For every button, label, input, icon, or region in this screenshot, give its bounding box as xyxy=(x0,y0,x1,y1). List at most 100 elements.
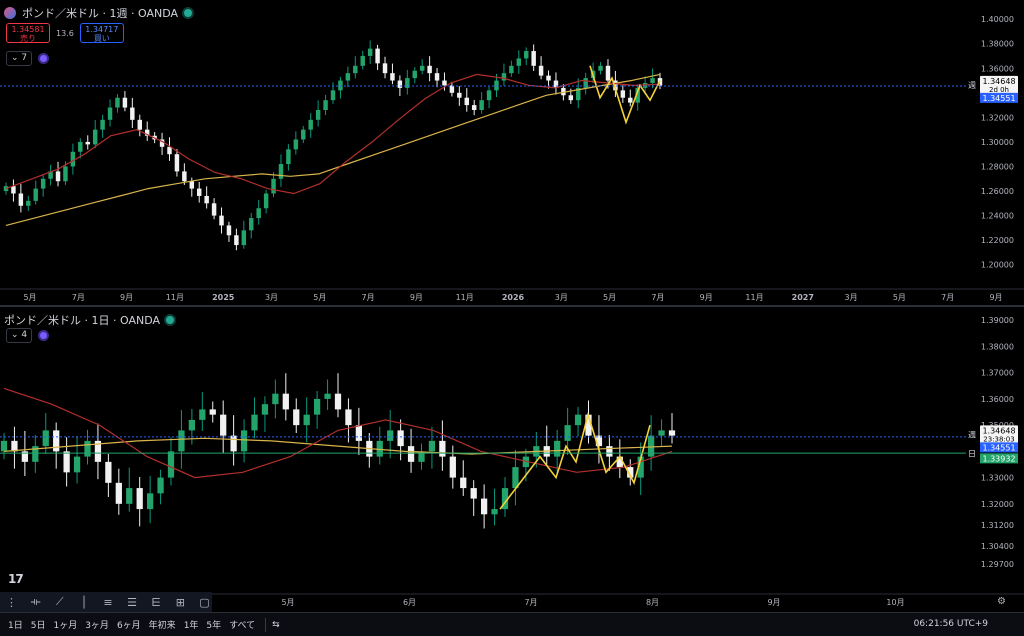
indicator-icon[interactable] xyxy=(38,53,50,64)
rectangle-icon[interactable]: ▢ xyxy=(197,596,212,609)
price-tick-label: 1.26000 xyxy=(981,187,1014,196)
price-tick-label: 1.36000 xyxy=(981,395,1014,404)
price-tick-label: 1.31200 xyxy=(981,521,1014,530)
candle xyxy=(324,393,331,399)
trend-line-icon[interactable]: ⟋ xyxy=(52,595,67,609)
candle xyxy=(419,65,425,71)
candle xyxy=(620,90,626,98)
candle xyxy=(345,409,352,426)
candle xyxy=(338,80,343,91)
indicator-toggle-button[interactable]: ⌄ 4 xyxy=(6,328,33,343)
timeframe-button[interactable]: 1日 xyxy=(8,618,23,631)
clock[interactable]: 06:21:56 UTC+9 xyxy=(914,619,988,629)
zigzag-pattern xyxy=(499,411,651,510)
timeframe-button[interactable]: 1ヶ月 xyxy=(53,618,77,631)
buy-label: 買い xyxy=(93,34,110,43)
candle xyxy=(668,430,676,436)
candle xyxy=(107,107,113,120)
candle xyxy=(486,90,492,101)
indicator-toggle-button[interactable]: ⌄ 7 xyxy=(6,51,33,66)
date-tick-label: 7月 xyxy=(72,293,85,302)
daily-line-price-label: 1.33932 xyxy=(982,454,1015,463)
fib-retracement-icon[interactable]: ☰ xyxy=(125,596,140,609)
grid-icon[interactable]: ⊞ xyxy=(173,596,188,609)
date-tick-label: 3月 xyxy=(265,293,278,302)
candle xyxy=(568,95,574,101)
candle xyxy=(628,97,633,103)
sell-button[interactable]: 1.34581 売り xyxy=(6,23,50,43)
timeframe-button[interactable]: 6ヶ月 xyxy=(117,618,141,631)
candle xyxy=(70,151,76,167)
parallel-channel-icon[interactable]: ≡ xyxy=(100,596,115,609)
pitchfork-icon[interactable]: ⋿ xyxy=(149,596,164,609)
candle xyxy=(293,139,299,150)
indicator-icon[interactable] xyxy=(38,330,50,341)
candle xyxy=(167,451,175,478)
candle xyxy=(313,398,321,415)
settings-gear-icon[interactable]: ⚙ xyxy=(997,596,1006,607)
date-tick-label: 5月 xyxy=(313,293,326,302)
indicator-count: 7 xyxy=(21,53,28,63)
timeframe-button[interactable]: 年初来 xyxy=(149,618,176,631)
candle xyxy=(26,200,31,206)
candle xyxy=(334,393,342,410)
candle xyxy=(174,154,180,172)
date-tick-label: 9月 xyxy=(989,293,1002,302)
weekly-chart[interactable]: 1.40000 1.38000 1.36000 1.32000 1.30000 1.280… xyxy=(0,0,1024,305)
date-tick-label: 7月 xyxy=(524,598,537,607)
candle xyxy=(650,78,655,83)
candle xyxy=(397,80,403,88)
daily-chart-pane[interactable]: 1.390001.380001.370001.360001.350001.330… xyxy=(0,307,1024,611)
date-tick-label: 9月 xyxy=(410,293,423,302)
price-tick-label: 1.29700 xyxy=(981,560,1014,569)
timeframe-button[interactable]: 3ヶ月 xyxy=(85,618,109,631)
price-tick-label: 1.30000 xyxy=(981,138,1014,147)
candle xyxy=(439,440,446,457)
weekly-chart-title[interactable]: ポンド／米ドル · 1週 · OANDA xyxy=(22,5,178,21)
timeframe-button[interactable]: 5年 xyxy=(206,618,221,631)
horizontal-line-icon[interactable]: ⟛ xyxy=(28,595,43,609)
candle xyxy=(0,440,8,452)
candle xyxy=(428,440,436,452)
date-tick-label: 5月 xyxy=(23,293,36,302)
sell-label: 売り xyxy=(20,34,36,43)
date-tick-label: 5月 xyxy=(603,293,616,302)
compare-icon[interactable]: ⇆ xyxy=(272,620,280,630)
candle xyxy=(157,477,164,494)
buy-button[interactable]: 1.34717 買い xyxy=(79,23,124,43)
current-price-label: 1.34648 xyxy=(982,426,1015,435)
candle xyxy=(182,171,187,182)
candle xyxy=(146,493,154,510)
timeframe-button[interactable]: 1年 xyxy=(184,618,199,631)
timeframe-button[interactable]: 5日 xyxy=(31,618,46,631)
sell-price: 1.34581 xyxy=(11,25,45,34)
date-tick-label: 2025 xyxy=(212,293,235,302)
date-tick-label: 5月 xyxy=(893,293,906,302)
candle xyxy=(11,440,18,452)
candle xyxy=(136,488,143,510)
candle xyxy=(367,48,373,56)
price-tick-label: 1.38000 xyxy=(981,40,1014,49)
tradingview-logo[interactable]: 17 xyxy=(8,572,24,586)
timeframe-button[interactable]: すべて xyxy=(229,618,255,631)
candle xyxy=(523,51,529,59)
candle xyxy=(564,425,571,441)
candle xyxy=(188,419,196,431)
price-tick-label: 1.30400 xyxy=(981,542,1014,551)
candle xyxy=(460,477,467,489)
candle xyxy=(509,65,514,74)
candle xyxy=(434,73,440,81)
candle xyxy=(230,435,237,452)
weekly-chart-pane[interactable]: 1.40000 1.38000 1.36000 1.32000 1.30000 1.280… xyxy=(0,0,1024,305)
candle xyxy=(53,430,60,452)
candle xyxy=(345,73,351,81)
moving-average-slow xyxy=(3,437,673,455)
daily-chart[interactable]: 1.390001.380001.370001.360001.350001.330… xyxy=(0,307,1024,611)
candle xyxy=(382,63,388,74)
date-tick-label: 8月 xyxy=(646,598,659,607)
candle xyxy=(189,181,195,189)
vertical-line-icon[interactable]: │ xyxy=(76,596,91,609)
daily-chart-title[interactable]: ポンド／米ドル · 1日 · OANDA xyxy=(4,312,160,328)
candle xyxy=(130,107,135,120)
drag-handle-icon[interactable]: ⋮ xyxy=(4,596,19,609)
